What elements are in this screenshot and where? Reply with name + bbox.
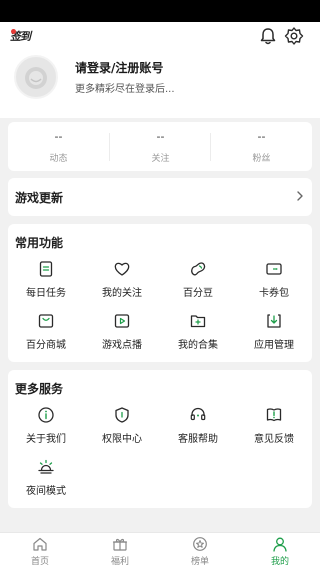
play-icon — [114, 314, 130, 328]
heart-icon — [114, 262, 130, 276]
stat-posts[interactable]: -- 动态 — [8, 122, 109, 171]
grid-item-label: 夜间模式 — [26, 486, 66, 497]
coupon-icon — [266, 263, 282, 275]
grid-item-label: 百分豆 — [183, 288, 213, 299]
grid-item-label: 权限中心 — [102, 434, 142, 445]
grid-item-app-manage[interactable]: 应用管理 — [236, 312, 312, 356]
grid-item-support[interactable]: 客服帮助 — [160, 406, 236, 450]
bean-icon — [191, 262, 206, 276]
grid-item-about[interactable]: 关于我们 — [8, 406, 84, 450]
stat-value: -- — [257, 130, 266, 143]
section-title: 更多服务 — [15, 382, 64, 396]
chevron-right-icon — [297, 191, 303, 201]
sunset-icon — [38, 459, 54, 474]
daily-task-icon — [39, 261, 53, 277]
grid-item-feedback[interactable]: 意见反馈 — [236, 406, 312, 450]
grid-item-label: 我的关注 — [102, 288, 142, 299]
grid-item-label: 游戏点播 — [102, 340, 142, 351]
stat-label: 关注 — [151, 154, 170, 164]
avatar[interactable] — [14, 55, 58, 99]
grid-item-label: 客服帮助 — [178, 434, 218, 445]
grid-item-label: 卡券包 — [259, 288, 289, 299]
tab-label: 我的 — [270, 557, 289, 567]
download-icon — [267, 314, 281, 328]
login-title[interactable]: 请登录/注册账号 — [75, 59, 163, 76]
default-avatar-icon — [25, 67, 47, 89]
section-title: 常用功能 — [15, 236, 64, 250]
game-update-row[interactable]: 游戏更新 — [8, 178, 312, 216]
user-icon — [273, 537, 287, 552]
grid-item-label: 关于我们 — [26, 434, 66, 445]
stat-fans[interactable]: -- 粉丝 — [211, 122, 312, 171]
grid-item-label: 百分商城 — [26, 340, 66, 351]
bottom-tab-bar: 首页 福利 榜单 我的 — [0, 532, 320, 568]
tab-rankings[interactable]: 榜单 — [160, 533, 240, 568]
stat-value: -- — [54, 130, 63, 143]
grid-item-label: 我的合集 — [178, 340, 218, 351]
login-subtitle: 更多精彩尽在登录后... — [75, 84, 175, 95]
grid-item-label: 意见反馈 — [254, 434, 294, 445]
stat-label: 动态 — [49, 154, 68, 164]
grid-item-coupons[interactable]: 卡券包 — [236, 260, 312, 304]
stat-label: 粉丝 — [252, 154, 271, 164]
headset-icon — [190, 407, 206, 421]
stat-value: -- — [156, 130, 165, 143]
game-update-title: 游戏更新 — [15, 191, 64, 205]
star-icon — [193, 537, 207, 551]
stats-card: -- 动态 -- 关注 -- 粉丝 — [8, 122, 312, 171]
shop-icon — [38, 314, 54, 328]
bell-icon[interactable] — [258, 26, 278, 46]
grid-item-label: 每日任务 — [26, 288, 66, 299]
grid-item-night-mode[interactable]: 夜间模式 — [8, 458, 84, 502]
info-icon — [38, 407, 54, 423]
sign-in-icon[interactable]: 签到 — [10, 28, 34, 44]
status-bar — [0, 0, 320, 22]
grid-item-label: 应用管理 — [254, 340, 294, 351]
tab-benefits[interactable]: 福利 — [80, 533, 160, 568]
home-icon — [33, 537, 47, 551]
settings-icon[interactable] — [284, 26, 304, 46]
grid-item-shop[interactable]: 百分商城 — [8, 312, 84, 356]
gift-icon — [112, 538, 128, 551]
tab-mine[interactable]: 我的 — [240, 533, 320, 568]
tab-label: 榜单 — [190, 557, 209, 567]
tab-label: 首页 — [30, 557, 49, 567]
feedback-icon — [266, 408, 282, 422]
tab-label: 福利 — [110, 557, 129, 567]
grid-item-beans[interactable]: 百分豆 — [160, 260, 236, 304]
folder-icon — [190, 315, 206, 328]
grid-item-permissions[interactable]: 权限中心 — [84, 406, 160, 450]
more-services-card: 更多服务 关于我们 权限中心 客服帮助 意见反馈 夜间模式 — [8, 370, 312, 508]
shield-icon — [115, 407, 129, 423]
tab-home[interactable]: 首页 — [0, 533, 80, 568]
stat-following[interactable]: -- 关注 — [110, 122, 211, 171]
common-functions-card: 常用功能 每日任务 我的关注 百分豆 卡券包 百分商城 游戏点播 我的合集 应用… — [8, 224, 312, 362]
grid-item-collections[interactable]: 我的合集 — [160, 312, 236, 356]
grid-item-daily-task[interactable]: 每日任务 — [8, 260, 84, 304]
grid-item-my-follow[interactable]: 我的关注 — [84, 260, 160, 304]
grid-item-game-vod[interactable]: 游戏点播 — [84, 312, 160, 356]
